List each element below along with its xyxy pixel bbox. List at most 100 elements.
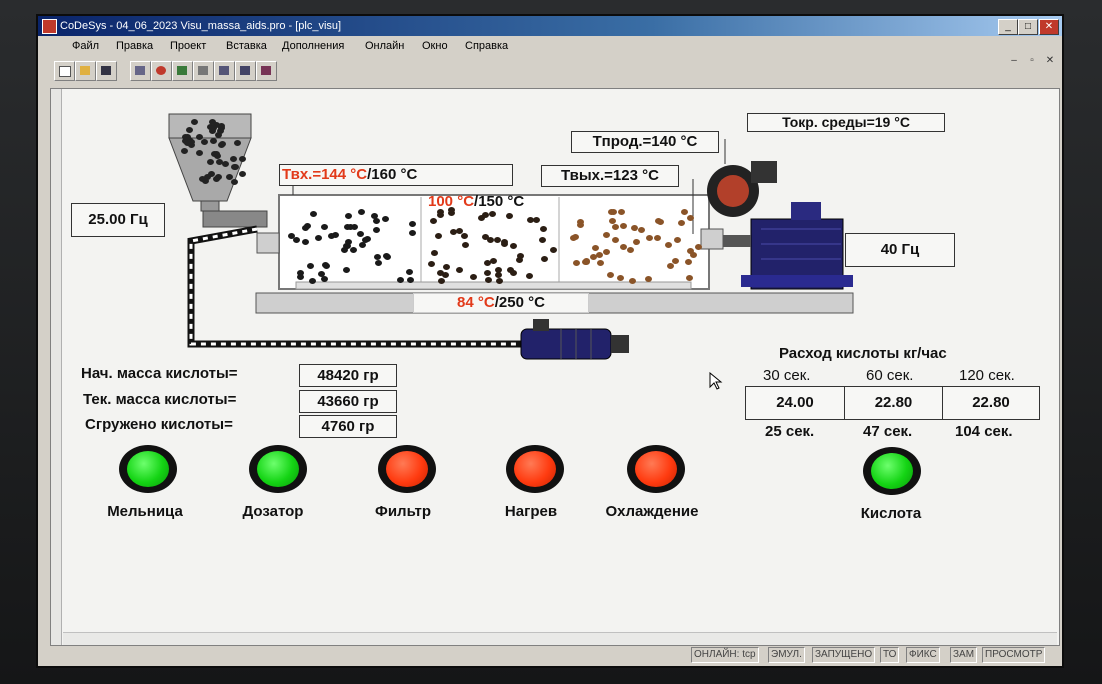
- menu-window[interactable]: Окно: [422, 36, 448, 56]
- bean: [495, 278, 503, 285]
- watch-icon[interactable]: [235, 61, 256, 81]
- bean: [611, 237, 619, 244]
- bean: [541, 255, 549, 262]
- fan-icon: [707, 161, 777, 217]
- trace-icon[interactable]: [256, 61, 277, 81]
- bean: [409, 220, 417, 227]
- bean: [628, 278, 636, 285]
- indicator-acid-label: Кислота: [860, 505, 922, 522]
- initial-mass-label: Нач. масса кислоты=: [81, 365, 238, 382]
- menu-insert[interactable]: Вставка: [226, 36, 267, 56]
- indicator-doser-lamp: [249, 445, 307, 493]
- bean: [209, 137, 217, 144]
- indicator-heating-lamp: [506, 445, 564, 493]
- bean: [297, 273, 305, 280]
- middle-zone-temperature-setpoint: /150 °С: [474, 193, 525, 210]
- indicator-mill-lamp: [119, 445, 177, 493]
- mouse-cursor-icon: [709, 372, 723, 390]
- bean: [357, 208, 365, 215]
- bean: [321, 262, 329, 269]
- bean: [308, 277, 316, 284]
- flow-time-30: 25 сек.: [765, 423, 815, 440]
- bean: [489, 210, 497, 217]
- bean: [611, 223, 619, 230]
- product-temperature-display: Тпрод.=140 °С: [571, 131, 719, 153]
- bean: [405, 268, 413, 275]
- breakpoint-icon[interactable]: [214, 61, 235, 81]
- bean: [344, 238, 352, 245]
- bean: [455, 266, 463, 273]
- status-emulation: ЭМУЛ.: [768, 647, 805, 663]
- bottom-zone-temperature: 84 °С/250 °С: [413, 293, 589, 313]
- step-icon[interactable]: [193, 61, 214, 81]
- visualization-canvas: Токр. среды=19 °С Тпрод.=140 °С Твых.=12…: [50, 88, 1060, 646]
- bean: [374, 253, 382, 260]
- toolbar: [38, 58, 1062, 82]
- new-file-icon[interactable]: [54, 61, 75, 81]
- stop-icon[interactable]: [172, 61, 193, 81]
- bean: [287, 232, 295, 239]
- bean: [407, 276, 415, 283]
- bean: [569, 235, 577, 241]
- bean: [210, 150, 218, 157]
- bean: [619, 243, 627, 250]
- bean: [505, 213, 513, 220]
- bottom-zone-temperature-setpoint: /250 °С: [494, 294, 545, 311]
- menu-bar: Файл Правка Проект Вставка Дополнения Он…: [38, 36, 1062, 56]
- bean: [357, 230, 365, 237]
- run-icon[interactable]: [151, 61, 172, 81]
- close-button[interactable]: ✕: [1039, 19, 1059, 35]
- bean: [306, 262, 314, 269]
- status-replace: ЗАМ: [950, 647, 978, 663]
- menu-online[interactable]: Онлайн: [365, 36, 404, 56]
- minimize-button[interactable]: _: [998, 19, 1018, 35]
- window-title: CoDeSys - 04_06_2023 Visu_massa_aids.pro…: [60, 20, 342, 32]
- flow-interval-30: 30 сек.: [763, 367, 811, 384]
- bean: [602, 249, 610, 256]
- current-mass-value: 43660 гр: [299, 390, 397, 413]
- maximize-button[interactable]: □: [1018, 19, 1038, 35]
- bean: [212, 175, 220, 182]
- bean: [396, 276, 404, 283]
- bean: [507, 266, 515, 273]
- bean: [549, 246, 557, 253]
- menu-help[interactable]: Справка: [465, 36, 508, 56]
- bean: [690, 251, 698, 258]
- app-icon: [42, 19, 57, 34]
- menu-project[interactable]: Проект: [170, 36, 206, 56]
- bean: [582, 258, 590, 265]
- bean: [469, 273, 477, 280]
- menu-edit[interactable]: Правка: [116, 36, 153, 56]
- flow-time-60: 47 сек.: [863, 423, 913, 440]
- horizontal-scrollbar[interactable]: [63, 632, 1057, 645]
- indicator-heating-label: Нагрев: [504, 503, 558, 520]
- status-to: ТО: [880, 647, 900, 663]
- indicator-doser-label: Дозатор: [242, 503, 304, 520]
- left-frequency-display: 25.00 Гц: [71, 203, 165, 237]
- bean: [231, 164, 239, 171]
- save-icon[interactable]: [96, 61, 117, 81]
- indicator-filter-lamp: [378, 445, 436, 493]
- menu-file[interactable]: Файл: [72, 36, 99, 56]
- bean: [382, 253, 390, 260]
- outlet-temperature-display: Твых.=123 °С: [541, 165, 679, 187]
- middle-zone-temperature: 100 °С/150 °С: [428, 193, 524, 210]
- bean: [653, 235, 661, 242]
- status-running: ЗАПУЩЕНО: [812, 647, 876, 663]
- bean: [526, 272, 534, 279]
- bean: [685, 275, 693, 282]
- bean: [442, 271, 450, 278]
- inlet-temperature-display: Твх.=144 °С/160 °С: [279, 164, 513, 186]
- bean: [484, 276, 492, 283]
- bean: [460, 232, 468, 239]
- bean: [674, 236, 682, 243]
- ambient-temperature-display: Токр. среды=19 °С: [747, 113, 945, 132]
- bean: [435, 232, 443, 239]
- unloaded-mass-label: Сгружено кислоты=: [85, 416, 233, 433]
- title-bar: CoDeSys - 04_06_2023 Visu_massa_aids.pro…: [38, 16, 1062, 36]
- open-folder-icon[interactable]: [75, 61, 96, 81]
- login-icon[interactable]: [130, 61, 151, 81]
- menu-extras[interactable]: Дополнения: [282, 36, 344, 56]
- flow-interval-120: 120 сек.: [959, 367, 1015, 384]
- bean: [374, 260, 382, 267]
